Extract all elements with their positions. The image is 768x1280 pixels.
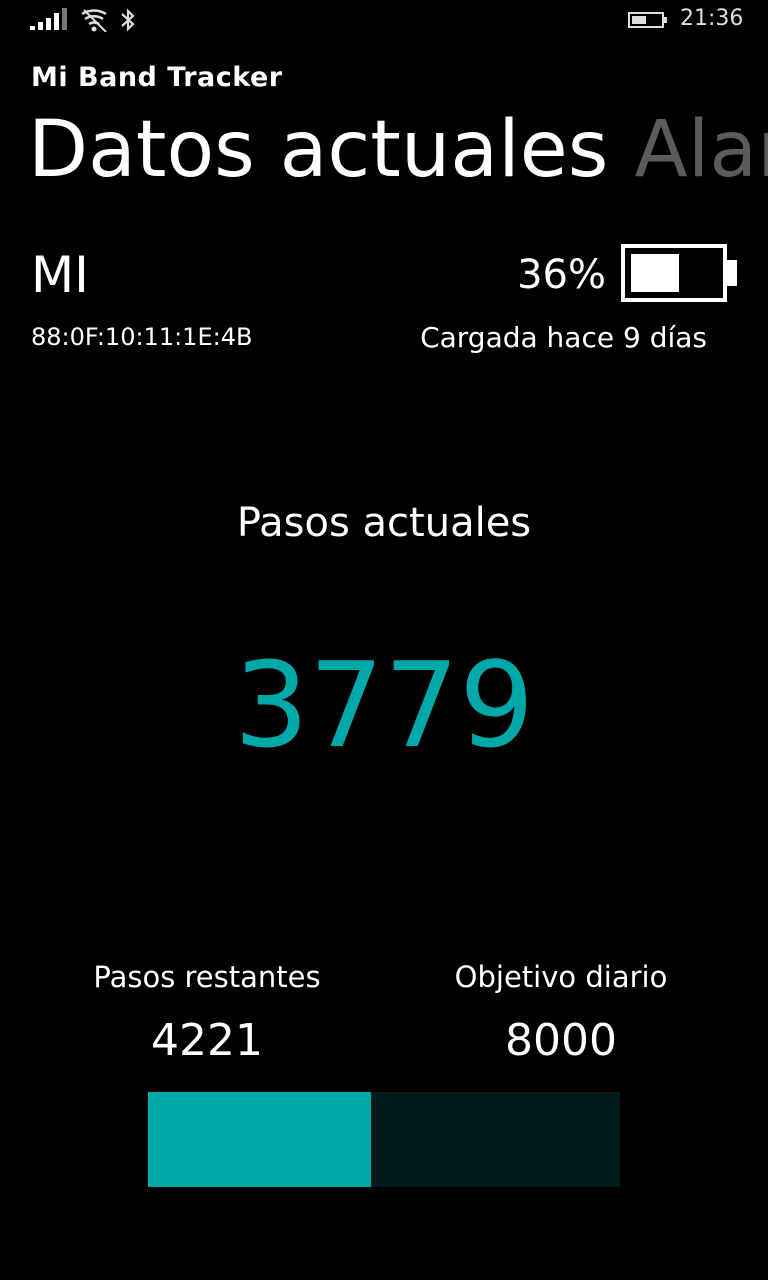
daily-goal-label: Objetivo diario (454, 960, 668, 994)
device-mac-address: 88:0F:10:11:1E:4B (31, 323, 253, 351)
wifi-icon (81, 9, 107, 32)
remaining-steps-label: Pasos restantes (93, 960, 321, 994)
steps-progress-fill (148, 1092, 371, 1187)
battery-charged-ago: Cargada hace 9 días (420, 321, 707, 354)
pivot-item-datos-actuales[interactable]: Datos actuales (28, 105, 608, 195)
remaining-steps-value: 4221 (151, 1015, 263, 1066)
pivot-header: Datos actuales Alarmas (28, 100, 768, 200)
daily-goal-value: 8000 (505, 1015, 617, 1066)
status-battery-icon (628, 12, 667, 28)
current-steps-value: 3779 (233, 636, 535, 774)
status-bar: 21:36 (0, 0, 768, 40)
bluetooth-icon (121, 8, 135, 32)
battery-icon (621, 244, 737, 302)
app-title: Mi Band Tracker (31, 62, 283, 93)
battery-percent: 36% (517, 252, 606, 298)
clock: 21:36 (680, 6, 744, 31)
current-steps-label: Pasos actuales (236, 500, 532, 546)
steps-progress-bar (148, 1092, 620, 1187)
signal-icon (30, 8, 67, 30)
device-name: MI (31, 246, 89, 304)
pivot-item-alarmas[interactable]: Alarmas (634, 105, 768, 195)
battery-level-fill (631, 254, 679, 292)
